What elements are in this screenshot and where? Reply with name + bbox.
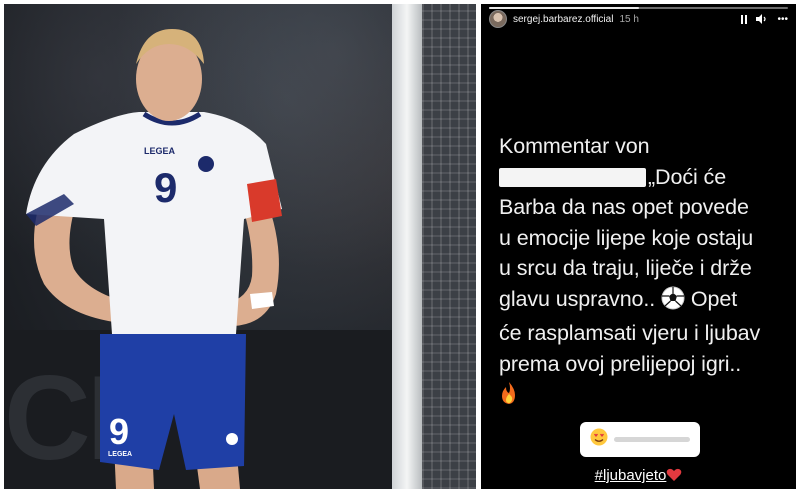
soccer-ball-icon [661,286,685,319]
shorts-number-text: 9 [109,411,129,452]
comment-line: će rasplamsati vjeru i ljubav [499,321,761,345]
jersey-brand-text: LEGEA [144,146,176,156]
pause-icon[interactable] [741,14,748,24]
story-progress-bar [489,7,788,9]
story-controls: ••• [741,14,788,25]
emoji-slider-track[interactable] [614,437,690,442]
player-photo: CI LEGEA 9 9 LEGEA [4,4,476,489]
fire-icon [499,381,519,414]
comment-line-emoji [499,379,791,414]
comment-line: prema ovoj prelijepoj igri.. [499,351,742,376]
heart-eyes-emoji-icon [590,428,608,451]
story-timestamp: 15 h [619,13,639,25]
hashtag-text[interactable]: #ljubavjeto [595,467,667,484]
comment-line: u srcu da traju, liječe i drže [499,256,752,280]
crest-icon [198,156,214,172]
story-header: sergej.barbarez.official 15 h ••• [489,10,788,28]
comment-line: Kommentar von [499,134,650,158]
instagram-story: sergej.barbarez.official 15 h ••• Kommen… [481,4,796,489]
story-comment-text: Kommentar von „Doći će Barba da nas opet… [499,131,791,414]
football-player-illustration: LEGEA 9 9 LEGEA [26,29,282,489]
comment-line: Barba da nas opet povede [499,195,749,219]
more-options-icon[interactable]: ••• [777,14,788,25]
story-username[interactable]: sergej.barbarez.official [513,14,613,25]
speaker-icon[interactable] [756,14,768,24]
shorts-crest-icon [226,433,238,445]
comment-line-with-emoji: glavu uspravno.. Opet [499,284,791,319]
shorts-brand-text: LEGEA [108,451,132,458]
hashtag-sticker[interactable]: #ljubavjeto [481,467,796,484]
redacted-name-bar [499,167,646,187]
profile-avatar[interactable] [489,10,507,28]
red-heart-icon [666,467,682,484]
comment-line-with-redaction: „Doći će [499,162,791,193]
emoji-slider-sticker[interactable] [580,422,700,457]
jersey-number-text: 9 [154,164,177,211]
story-progress-fill [489,7,639,9]
comment-line: u emocije lijepe koje ostaju [499,225,754,250]
